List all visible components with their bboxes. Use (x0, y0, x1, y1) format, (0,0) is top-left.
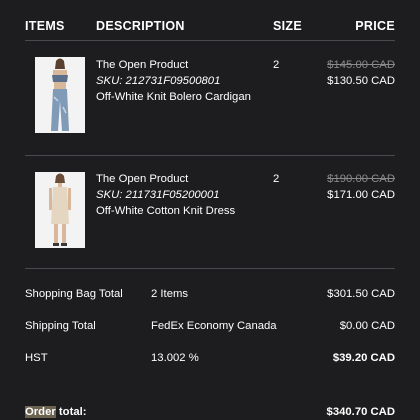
shipping-method: FedEx Economy Canada (151, 320, 277, 332)
item-name[interactable]: Off-White Cotton Knit Dress (96, 204, 235, 220)
order-total-label-rest: total: (55, 406, 87, 418)
header-size: SIZE (273, 19, 302, 33)
header-divider (25, 40, 395, 41)
shipping-total-amount: $0.00 CAD (339, 320, 395, 332)
bag-total-amount: $301.50 CAD (327, 288, 395, 300)
item-sale-price: $171.00 CAD (327, 189, 395, 201)
item-size: 2 (273, 59, 280, 71)
shipping-total-label: Shipping Total (25, 320, 96, 332)
item-brand[interactable]: The Open Product (96, 58, 188, 74)
item-sku: SKU: 211731F05200001 (96, 189, 220, 201)
order-total-amount: $340.70 CAD (326, 406, 395, 418)
order-total-label-highlight: Order (25, 406, 56, 418)
item-divider (25, 155, 395, 156)
tax-label: HST (25, 352, 48, 364)
tax-amount: $39.20 CAD (332, 352, 395, 364)
item-original-price: $145.00 CAD (327, 59, 395, 71)
item-original-price: $190.00 CAD (327, 173, 395, 185)
item-name[interactable]: Off-White Knit Bolero Cardigan (96, 90, 251, 106)
product-image-cardigan[interactable] (35, 57, 85, 133)
item-brand[interactable]: The Open Product (96, 172, 188, 188)
header-items: ITEMS (25, 19, 65, 33)
header-price: PRICE (355, 19, 395, 33)
item-sku: SKU: 212731F09500801 (96, 75, 221, 87)
item-size: 2 (273, 173, 280, 185)
tax-rate: 13.002 % (151, 352, 199, 364)
bag-item-count: 2 Items (151, 288, 189, 300)
header-description: DESCRIPTION (96, 19, 185, 33)
item-sale-price: $130.50 CAD (327, 75, 395, 87)
bag-total-label: Shopping Bag Total (25, 288, 123, 300)
product-image-dress[interactable] (35, 172, 85, 248)
items-summary-divider (25, 268, 395, 269)
order-total-label: Order total: (25, 406, 87, 418)
